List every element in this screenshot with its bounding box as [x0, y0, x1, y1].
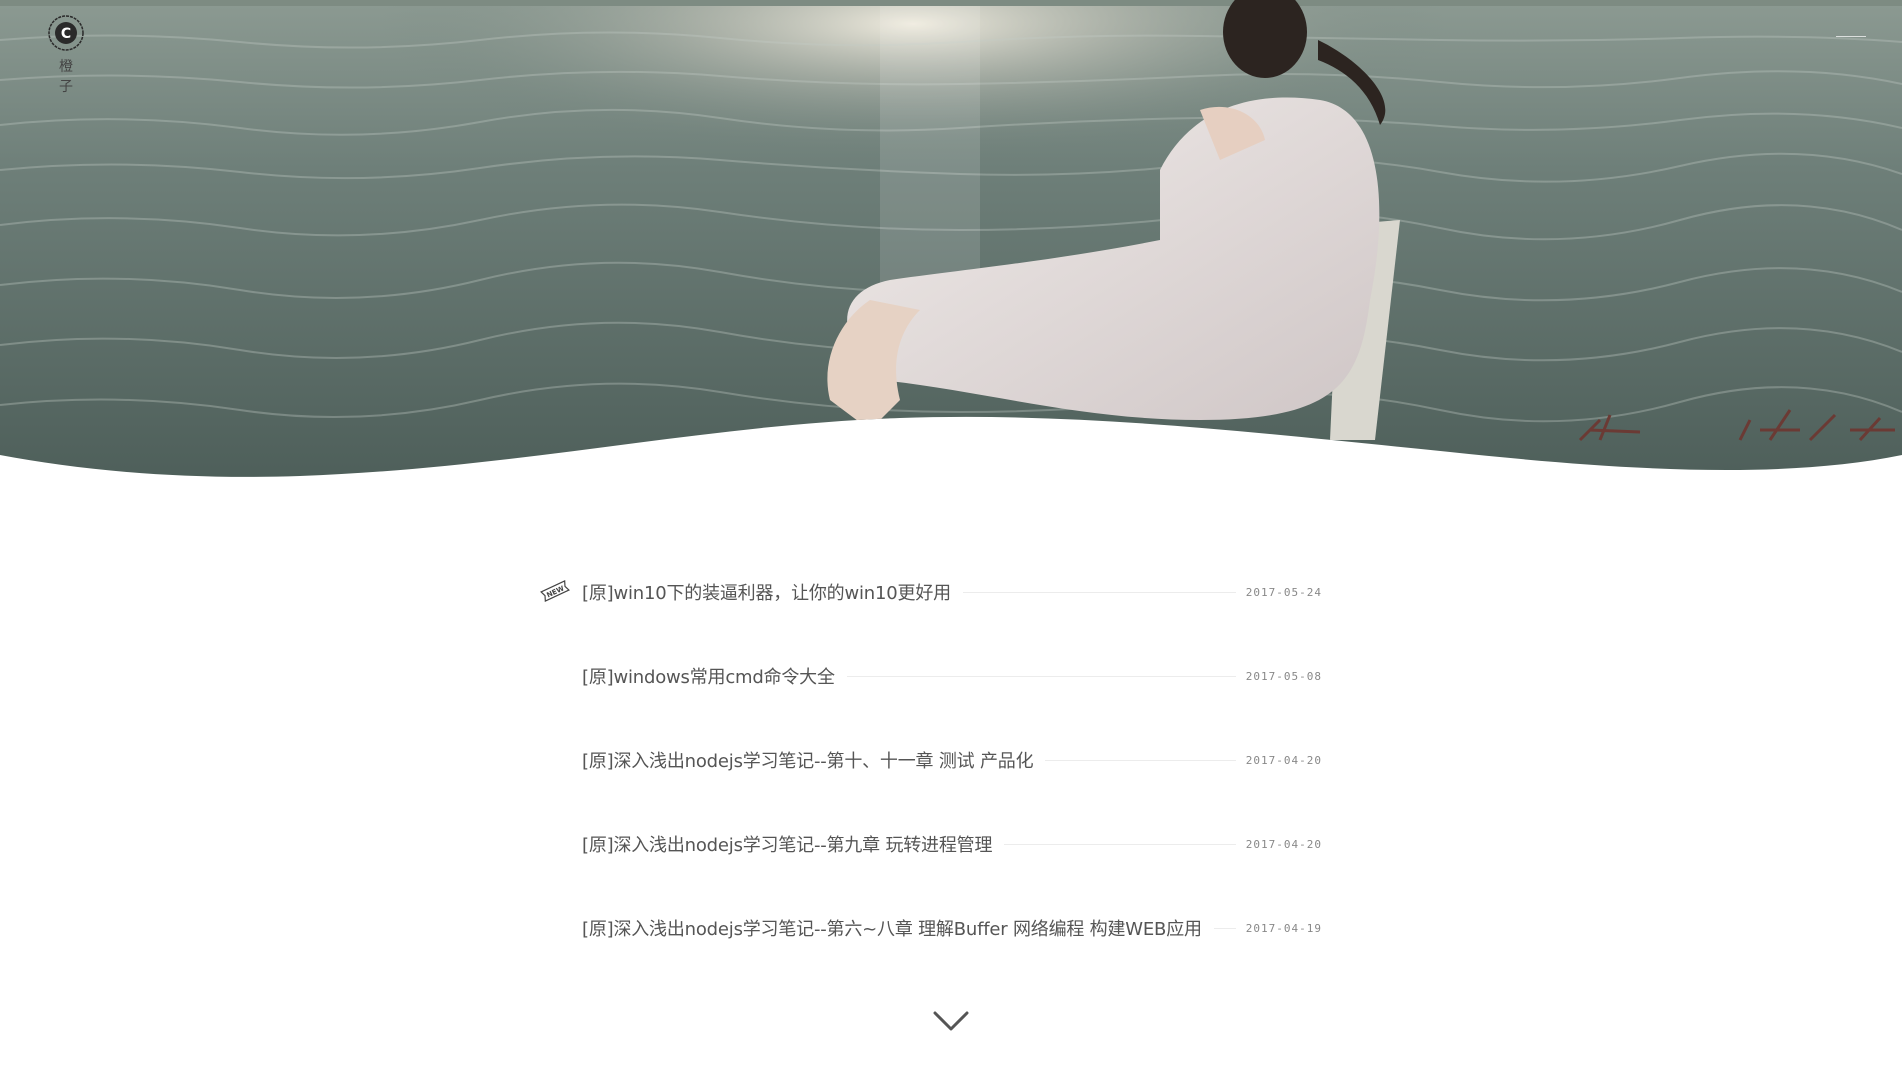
new-ribbon-icon: NEW [540, 580, 570, 602]
post-date: 2017-05-08 [1245, 669, 1322, 683]
post-item[interactable]: [原]深入浅出nodejs学习笔记--第十、十一章 测试 产品化 2017-04… [540, 718, 1322, 802]
post-item[interactable]: [原]深入浅出nodejs学习笔记--第六~八章 理解Buffer 网络编程 构… [540, 886, 1322, 970]
post-divider [1004, 843, 1236, 845]
post-title[interactable]: [原]windows常用cmd命令大全 [540, 663, 847, 689]
c-circle-logo-icon: C [48, 15, 84, 51]
hero-image [0, 0, 1902, 477]
logo-letter: C [61, 26, 71, 42]
new-badge-text: NEW [545, 584, 565, 599]
post-title[interactable]: [原]深入浅出nodejs学习笔记--第六~八章 理解Buffer 网络编程 构… [540, 915, 1214, 941]
chevron-down-icon[interactable] [932, 1008, 970, 1034]
post-divider [1213, 927, 1236, 929]
post-title[interactable]: [原]win10下的装逼利器，让你的win10更好用 [540, 579, 963, 605]
post-date: 2017-04-20 [1245, 837, 1322, 851]
post-title[interactable]: [原]深入浅出nodejs学习笔记--第十、十一章 测试 产品化 [540, 747, 1045, 773]
post-date: 2017-05-24 [1245, 585, 1322, 599]
post-divider [1045, 759, 1236, 761]
brand-name: 橙 子 [59, 59, 79, 95]
post-list: NEW [原]win10下的装逼利器，让你的win10更好用 2017-05-2… [540, 550, 1322, 970]
post-date: 2017-04-20 [1245, 753, 1322, 767]
post-item[interactable]: [原]windows常用cmd命令大全 2017-05-08 [540, 634, 1322, 718]
hamburger-menu-icon[interactable] [1836, 36, 1866, 50]
hero-banner: C 橙 子 [0, 0, 1902, 480]
post-divider [962, 591, 1236, 593]
site-logo[interactable]: C 橙 子 [40, 14, 92, 96]
post-item[interactable]: [原]深入浅出nodejs学习笔记--第九章 玩转进程管理 2017-04-20 [540, 802, 1322, 886]
menu-bar [1836, 36, 1866, 37]
post-divider [846, 675, 1236, 677]
post-title[interactable]: [原]深入浅出nodejs学习笔记--第九章 玩转进程管理 [540, 831, 1004, 857]
post-item[interactable]: NEW [原]win10下的装逼利器，让你的win10更好用 2017-05-2… [540, 550, 1322, 634]
post-date: 2017-04-19 [1245, 921, 1322, 935]
